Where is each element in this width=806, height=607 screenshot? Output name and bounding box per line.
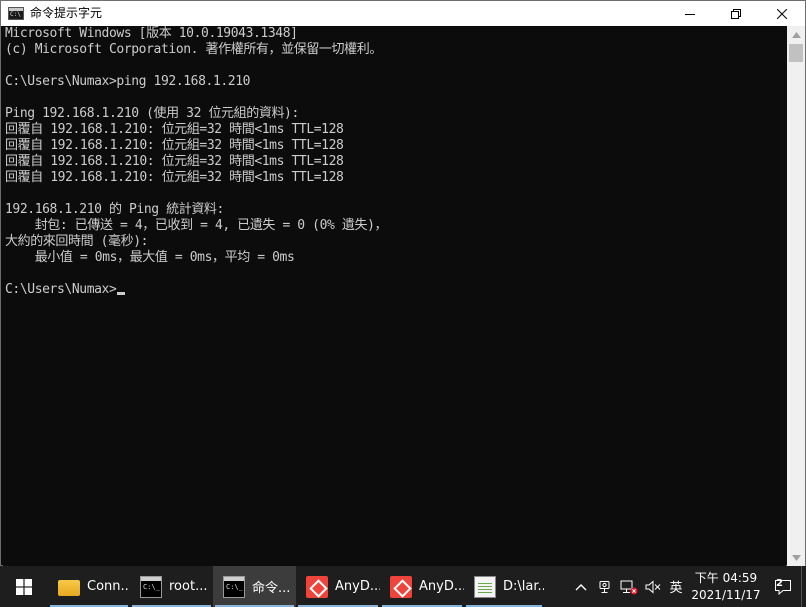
console-output[interactable]: Microsoft Windows [版本 10.0.19043.1348] (… xyxy=(3,26,786,566)
caret-down-icon xyxy=(791,554,801,561)
taskbar-item-label: AnyD... xyxy=(335,579,380,594)
action-center-button[interactable]: 2 xyxy=(765,566,801,607)
taskbar-item-notepad[interactable]: D:\lar... xyxy=(464,566,544,607)
console-line: 回覆自 192.168.1.210: 位元組=32 時間<1ms TTL=128 xyxy=(5,154,344,169)
console-line: Microsoft Windows [版本 10.0.19043.1348] xyxy=(5,26,298,41)
notification-count: 2 xyxy=(776,578,783,589)
scroll-up-button[interactable] xyxy=(787,26,805,43)
scroll-thumb[interactable] xyxy=(789,44,803,62)
console-line: 回覆自 192.168.1.210: 位元組=32 時間<1ms TTL=128 xyxy=(5,170,344,185)
taskbar-item-label: AnyD... xyxy=(419,579,464,594)
console-line: Ping 192.168.1.210 (使用 32 位元組的資料): xyxy=(5,106,299,121)
window-controls xyxy=(667,1,805,26)
chevron-up-icon xyxy=(575,583,587,590)
webcam-icon xyxy=(599,580,610,593)
taskbar-item-cmd-root[interactable]: root... xyxy=(130,566,213,607)
clock-time: 下午 04:59 xyxy=(694,570,758,585)
minimize-icon xyxy=(685,13,695,15)
taskbar-item-label: 命令... xyxy=(252,581,291,596)
prompt-line[interactable]: C:\Users\Numax> xyxy=(5,282,126,298)
restore-button[interactable] xyxy=(713,1,759,26)
show-hidden-icons-button[interactable] xyxy=(569,566,593,607)
caret-up-icon xyxy=(791,31,801,38)
anydesk-icon xyxy=(306,575,328,598)
console-line: 封包: 已傳送 = 4，已收到 = 4, 已遺失 = 0 (0% 遺失)， xyxy=(5,218,388,233)
cmd-icon xyxy=(140,575,162,598)
taskbar: Conn... root... 命令... AnyD... AnyD... D:… xyxy=(0,566,806,607)
start-button[interactable] xyxy=(0,566,48,607)
console-line: 最小值 = 0ms，最大值 = 0ms，平均 = 0ms xyxy=(5,250,295,265)
volume-button[interactable] xyxy=(641,566,665,607)
network-button[interactable] xyxy=(617,566,641,607)
title-bar[interactable]: 命令提示字元 xyxy=(1,1,805,26)
taskbar-item-anydesk-1[interactable]: AnyD... xyxy=(296,566,380,607)
notepad-icon xyxy=(474,575,496,598)
console-line: C:\Users\Numax>ping 192.168.1.210 xyxy=(5,74,251,89)
prompt-text: C:\Users\Numax> xyxy=(5,282,117,297)
taskbar-item-anydesk-2[interactable]: AnyD... xyxy=(380,566,464,607)
console-line: 大約的來回時間 (毫秒): xyxy=(5,234,149,249)
cmd-icon xyxy=(223,575,245,598)
folder-icon xyxy=(58,580,80,596)
clock[interactable]: 下午 04:59 2021/11/17 xyxy=(687,570,765,604)
volume-muted-icon xyxy=(645,579,661,594)
restore-icon xyxy=(731,8,741,19)
anydesk-icon xyxy=(390,575,412,598)
close-button[interactable] xyxy=(759,1,805,26)
network-disconnected-icon xyxy=(620,580,638,594)
console-line: (c) Microsoft Corporation. 著作權所有，並保留一切權利… xyxy=(5,42,382,57)
taskbar-item-label: Conn... xyxy=(87,579,130,594)
text-cursor xyxy=(117,292,126,295)
close-icon xyxy=(777,8,787,19)
scroll-down-button[interactable] xyxy=(787,549,805,566)
windows-logo-icon xyxy=(16,578,32,595)
window-title: 命令提示字元 xyxy=(30,6,103,20)
taskbar-item-label: root... xyxy=(169,579,208,594)
vertical-scrollbar[interactable] xyxy=(787,26,805,566)
cmd-app-icon[interactable] xyxy=(8,7,24,20)
taskbar-item-cmd-active[interactable]: 命令... xyxy=(213,566,296,607)
console-line: 回覆自 192.168.1.210: 位元組=32 時間<1ms TTL=128 xyxy=(5,138,344,153)
input-method-indicator[interactable]: 英 xyxy=(665,577,687,596)
clock-date: 2021/11/17 xyxy=(691,587,761,602)
system-tray: 英 下午 04:59 2021/11/17 2 xyxy=(569,566,806,607)
taskbar-item-label: D:\lar... xyxy=(503,579,544,594)
show-desktop-button[interactable] xyxy=(801,566,806,607)
console-line: 192.168.1.210 的 Ping 統計資料: xyxy=(5,202,224,217)
console-window[interactable]: 命令提示字元 Microsoft Windows [版本 10.0.19043.… xyxy=(0,0,806,566)
tray-device-button[interactable] xyxy=(593,566,617,607)
console-line: 回覆自 192.168.1.210: 位元組=32 時間<1ms TTL=128 xyxy=(5,122,344,137)
minimize-button[interactable] xyxy=(667,1,713,26)
taskbar-item-explorer[interactable]: Conn... xyxy=(48,566,130,607)
